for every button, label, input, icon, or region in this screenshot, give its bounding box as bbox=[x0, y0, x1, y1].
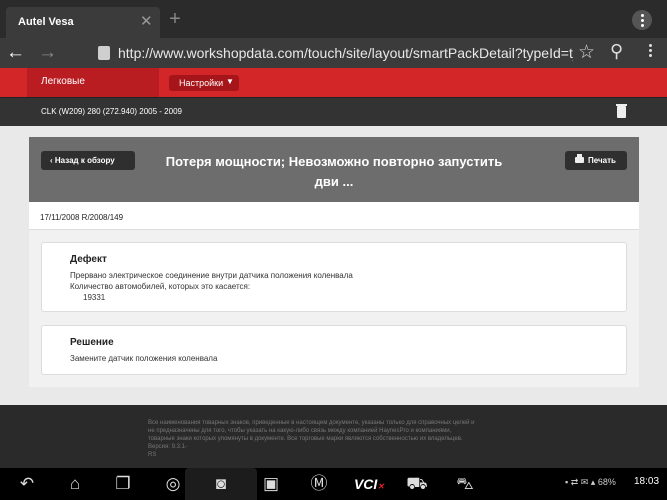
solution-title: Решение bbox=[70, 337, 114, 348]
footer-version: Версия: 9.3.1- bbox=[148, 444, 187, 450]
detail-panel: ‹ Назад к обзору Потеря мощности; Невозм… bbox=[29, 137, 639, 387]
chevron-down-icon: ▼ bbox=[226, 77, 234, 86]
page-icon bbox=[98, 46, 110, 60]
section-tab[interactable]: Легковые bbox=[27, 68, 159, 97]
maintenance-icon[interactable]: Ⓜ bbox=[306, 474, 332, 494]
vci-text: VCI bbox=[353, 476, 378, 492]
clock: 18:03 bbox=[634, 476, 660, 487]
footer-line: Все наименования товарных знаков, привед… bbox=[148, 420, 475, 426]
new-tab-icon[interactable]: + bbox=[164, 9, 186, 31]
url-field[interactable]: http://www.workshopdata.com/touch/site/l… bbox=[118, 45, 573, 63]
vehicle-icon[interactable]: ⛟ bbox=[404, 474, 430, 494]
printer-icon bbox=[575, 154, 584, 163]
defect-title: Дефект bbox=[70, 254, 107, 265]
screen-record-icon[interactable]: ▣ bbox=[258, 474, 284, 494]
page-title-line2: дви ... bbox=[314, 174, 354, 189]
section-label: Легковые bbox=[41, 76, 85, 87]
back-arrow-icon[interactable]: ← bbox=[6, 42, 25, 64]
vehicle-bar: CLK (W209) 280 (272.940) 2005 - 2009 bbox=[0, 97, 667, 126]
footer-version-suffix: RS bbox=[148, 452, 157, 458]
vehicle-label: CLK (W209) 280 (272.940) 2005 - 2009 bbox=[41, 107, 182, 116]
reference-line: 17/11/2008 R/2008/149 bbox=[29, 202, 639, 230]
back-to-overview-button[interactable]: ‹ Назад к обзору bbox=[41, 151, 135, 170]
footer: Все наименования товарных знаков, привед… bbox=[0, 405, 667, 468]
solution-card: Решение Замените датчик положения коленв… bbox=[41, 325, 627, 375]
trash-icon[interactable] bbox=[616, 104, 627, 118]
recent-apps-icon[interactable]: ❐ bbox=[110, 474, 136, 494]
notification-icon: ▪ ⇄ ✉ ▴ bbox=[565, 477, 596, 487]
footer-line: товарные знаки которых упомянуты в докум… bbox=[148, 436, 463, 442]
battery-level: 68% bbox=[597, 477, 616, 487]
detail-title-bar: ‹ Назад к обзору Потеря мощности; Невозм… bbox=[29, 137, 639, 202]
bookmark-star-icon[interactable]: ☆ bbox=[578, 41, 595, 64]
close-tab-icon[interactable]: ✕ bbox=[140, 12, 153, 30]
camera-icon: ◙ bbox=[215, 474, 227, 493]
overflow-menu-icon[interactable] bbox=[632, 10, 652, 30]
print-button[interactable]: Печать bbox=[565, 151, 627, 170]
vci-status-icon: ✕ bbox=[377, 482, 385, 491]
back-icon[interactable]: ↶ bbox=[14, 474, 40, 494]
footer-line: не предназначены для того, чтобы указать… bbox=[148, 428, 452, 434]
solution-description: Замените датчик положения коленвала bbox=[70, 354, 218, 363]
status-icons: ▪ ⇄ ✉ ▴ 68% bbox=[565, 477, 616, 488]
tab-title: Autel Vesa bbox=[18, 16, 74, 28]
app-header: Легковые Настройки ▼ bbox=[0, 68, 667, 97]
system-navigation-bar: ↶ ⌂ ❐ ◎ ◙ ▣ Ⓜ VCI✕ ⛟ ⛍ ▪ ⇄ ✉ ▴ 68% 18:03 bbox=[0, 468, 667, 500]
page-title: Потеря мощности; Невозможно повторно зап… bbox=[149, 152, 519, 192]
home-icon[interactable]: ⌂ bbox=[62, 474, 88, 494]
back-label: Назад к обзору bbox=[54, 156, 115, 165]
address-bar: ← → http://www.workshopdata.com/touch/si… bbox=[0, 38, 667, 68]
forward-arrow-icon[interactable]: → bbox=[38, 42, 57, 64]
affected-count-value: 19331 bbox=[83, 293, 106, 302]
settings-dropdown[interactable]: Настройки ▼ bbox=[169, 75, 239, 91]
more-menu-icon[interactable] bbox=[640, 42, 660, 62]
print-label: Печать bbox=[588, 156, 616, 165]
defect-card: Дефект Прервано электрическое соединение… bbox=[41, 242, 627, 312]
defect-description: Прервано электрическое соединение внутри… bbox=[70, 271, 353, 280]
settings-label: Настройки bbox=[179, 78, 224, 88]
footer-disclaimer: Все наименования товарных знаков, привед… bbox=[148, 419, 518, 459]
browser-tab[interactable]: Autel Vesa ✕ bbox=[6, 7, 160, 38]
date-reference: 17/11/2008 R/2008/149 bbox=[40, 213, 124, 222]
affected-count-label: Количество автомобилей, которых это каса… bbox=[70, 282, 251, 291]
browser-tab-strip: Autel Vesa ✕ + bbox=[0, 0, 667, 38]
user-vehicle-icon[interactable]: ⛍ bbox=[450, 474, 480, 494]
camera-button[interactable]: ◙ bbox=[185, 468, 257, 500]
chrome-icon[interactable]: ◎ bbox=[160, 474, 186, 494]
page-title-line1: Потеря мощности; Невозможно повторно зап… bbox=[165, 154, 503, 169]
vci-icon[interactable]: VCI✕ bbox=[352, 474, 386, 494]
search-icon[interactable]: ⚲ bbox=[610, 41, 623, 62]
